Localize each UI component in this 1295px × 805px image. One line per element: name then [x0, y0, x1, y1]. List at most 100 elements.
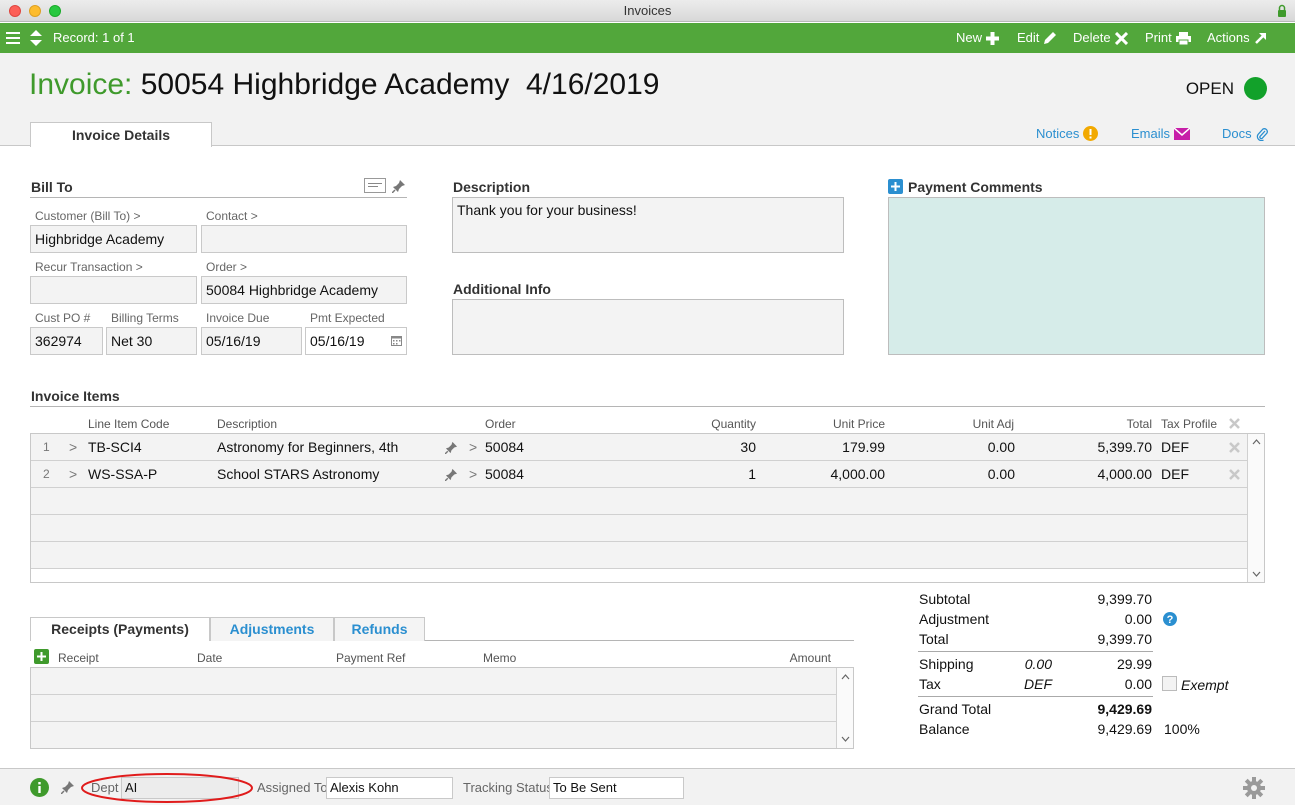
col-unit-price[interactable]: Unit Price [815, 417, 885, 431]
line-item-tax-profile[interactable]: DEF [1161, 461, 1189, 487]
delete-button[interactable]: Delete [1073, 23, 1128, 53]
edit-label: Edit [1017, 30, 1040, 45]
pin-icon[interactable] [61, 780, 75, 794]
order-field[interactable]: 50084 Highbridge Academy [201, 276, 407, 304]
delete-row-icon[interactable] [1229, 442, 1240, 453]
record-stepper[interactable] [29, 23, 43, 53]
contact-label[interactable]: Contact > [206, 209, 258, 223]
col-total[interactable]: Total [1090, 417, 1152, 431]
table-row[interactable]: 2 > WS-SSA-P School STARS Astronomy > 50… [31, 461, 1247, 488]
additional-info-textarea[interactable] [452, 299, 844, 355]
tax-profile[interactable]: DEF [1000, 676, 1052, 692]
col-description[interactable]: Description [217, 417, 277, 431]
exempt-checkbox[interactable] [1162, 676, 1177, 691]
invoice-due-field[interactable]: 05/16/19 [201, 327, 302, 355]
scroll-up-icon[interactable] [1252, 439, 1261, 445]
edit-button[interactable]: Edit [1017, 23, 1057, 53]
cust-po-field[interactable]: 362974 [30, 327, 103, 355]
scroll-up-icon[interactable] [841, 674, 850, 680]
order-link-icon[interactable]: > [469, 461, 477, 487]
menu-button[interactable] [6, 23, 20, 53]
contact-field[interactable] [201, 225, 407, 253]
record-indicator: Record: 1 of 1 [53, 23, 135, 53]
col-amount[interactable]: Amount [770, 651, 831, 665]
tab-receipts[interactable]: Receipts (Payments) [30, 617, 210, 641]
zoom-window-button[interactable] [49, 5, 61, 17]
close-window-button[interactable] [9, 5, 21, 17]
col-date[interactable]: Date [197, 651, 222, 665]
empty-row[interactable] [31, 695, 836, 722]
shipping-rate[interactable]: 0.00 [1000, 656, 1052, 672]
actions-button[interactable]: Actions [1207, 23, 1267, 53]
payment-comments-textarea[interactable] [888, 197, 1265, 355]
pin-icon[interactable] [445, 441, 458, 454]
customer-field[interactable]: Highbridge Academy [30, 225, 197, 253]
pin-icon[interactable] [445, 468, 458, 481]
receipts-scrollbar[interactable] [836, 668, 853, 748]
address-card-icon[interactable] [364, 178, 386, 193]
gear-icon[interactable] [1243, 777, 1265, 799]
line-item-description[interactable]: School STARS Astronomy [217, 461, 379, 487]
tab-invoice-details[interactable]: Invoice Details [30, 122, 212, 147]
table-row[interactable]: 1 > TB-SCI4 Astronomy for Beginners, 4th… [31, 434, 1247, 461]
pin-icon[interactable] [392, 179, 406, 193]
line-item-code[interactable]: TB-SCI4 [88, 434, 142, 460]
customer-label[interactable]: Customer (Bill To) > [35, 209, 140, 223]
items-scrollbar[interactable] [1247, 434, 1264, 582]
minimize-window-button[interactable] [29, 5, 41, 17]
line-item-quantity[interactable]: 1 [681, 461, 756, 487]
col-line-item-code[interactable]: Line Item Code [88, 417, 169, 431]
alert-icon [1083, 126, 1099, 141]
empty-row[interactable] [31, 542, 1247, 569]
print-button[interactable]: Print [1145, 23, 1191, 53]
recur-transaction-field[interactable] [30, 276, 197, 304]
scroll-down-icon[interactable] [841, 736, 850, 742]
shipping-value[interactable]: 29.99 [1060, 656, 1152, 672]
line-item-unit-adj[interactable]: 0.00 [935, 461, 1015, 487]
notices-link[interactable]: Notices [1036, 126, 1099, 141]
line-item-description[interactable]: Astronomy for Beginners, 4th [217, 434, 398, 460]
assigned-to-field[interactable]: Alexis Kohn [326, 777, 453, 799]
col-memo[interactable]: Memo [483, 651, 516, 665]
col-payment-ref[interactable]: Payment Ref [336, 651, 405, 665]
emails-link[interactable]: Emails [1131, 126, 1191, 141]
empty-row[interactable] [31, 488, 1247, 515]
col-quantity[interactable]: Quantity [700, 417, 756, 431]
scroll-down-icon[interactable] [1252, 571, 1261, 577]
order-link-icon[interactable]: > [469, 434, 477, 460]
recur-transaction-label[interactable]: Recur Transaction > [35, 260, 143, 274]
tracking-status-field[interactable]: To Be Sent [549, 777, 684, 799]
bill-to-divider [30, 197, 407, 198]
hamburger-icon [6, 32, 20, 44]
balance-percent: 100% [1164, 721, 1200, 737]
line-item-unit-adj[interactable]: 0.00 [935, 434, 1015, 460]
col-receipt[interactable]: Receipt [58, 651, 99, 665]
expand-row-icon[interactable]: > [69, 434, 77, 460]
tab-refunds[interactable]: Refunds [334, 617, 425, 641]
empty-row[interactable] [31, 668, 836, 695]
col-tax-profile[interactable]: Tax Profile [1161, 417, 1217, 431]
new-button[interactable]: New [956, 23, 1000, 53]
line-item-quantity[interactable]: 30 [681, 434, 756, 460]
add-payment-comment-icon[interactable] [888, 179, 903, 194]
billing-terms-field[interactable]: Net 30 [106, 327, 197, 355]
info-icon[interactable] [30, 778, 49, 797]
line-item-order[interactable]: 50084 [485, 434, 524, 460]
empty-row[interactable] [31, 515, 1247, 542]
line-item-code[interactable]: WS-SSA-P [88, 461, 157, 487]
line-item-order[interactable]: 50084 [485, 461, 524, 487]
line-item-unit-price[interactable]: 179.99 [805, 434, 885, 460]
add-receipt-icon[interactable] [34, 649, 49, 664]
col-unit-adj[interactable]: Unit Adj [950, 417, 1014, 431]
tab-adjustments[interactable]: Adjustments [210, 617, 334, 641]
line-item-tax-profile[interactable]: DEF [1161, 434, 1189, 460]
description-textarea[interactable]: Thank you for your business! [452, 197, 844, 253]
help-icon[interactable]: ? [1163, 612, 1177, 626]
docs-link[interactable]: Docs [1222, 126, 1268, 141]
col-order[interactable]: Order [485, 417, 516, 431]
line-item-unit-price[interactable]: 4,000.00 [805, 461, 886, 487]
expand-row-icon[interactable]: > [69, 461, 77, 487]
order-label[interactable]: Order > [206, 260, 247, 274]
calendar-icon[interactable] [391, 335, 402, 346]
delete-row-icon[interactable] [1229, 469, 1240, 480]
